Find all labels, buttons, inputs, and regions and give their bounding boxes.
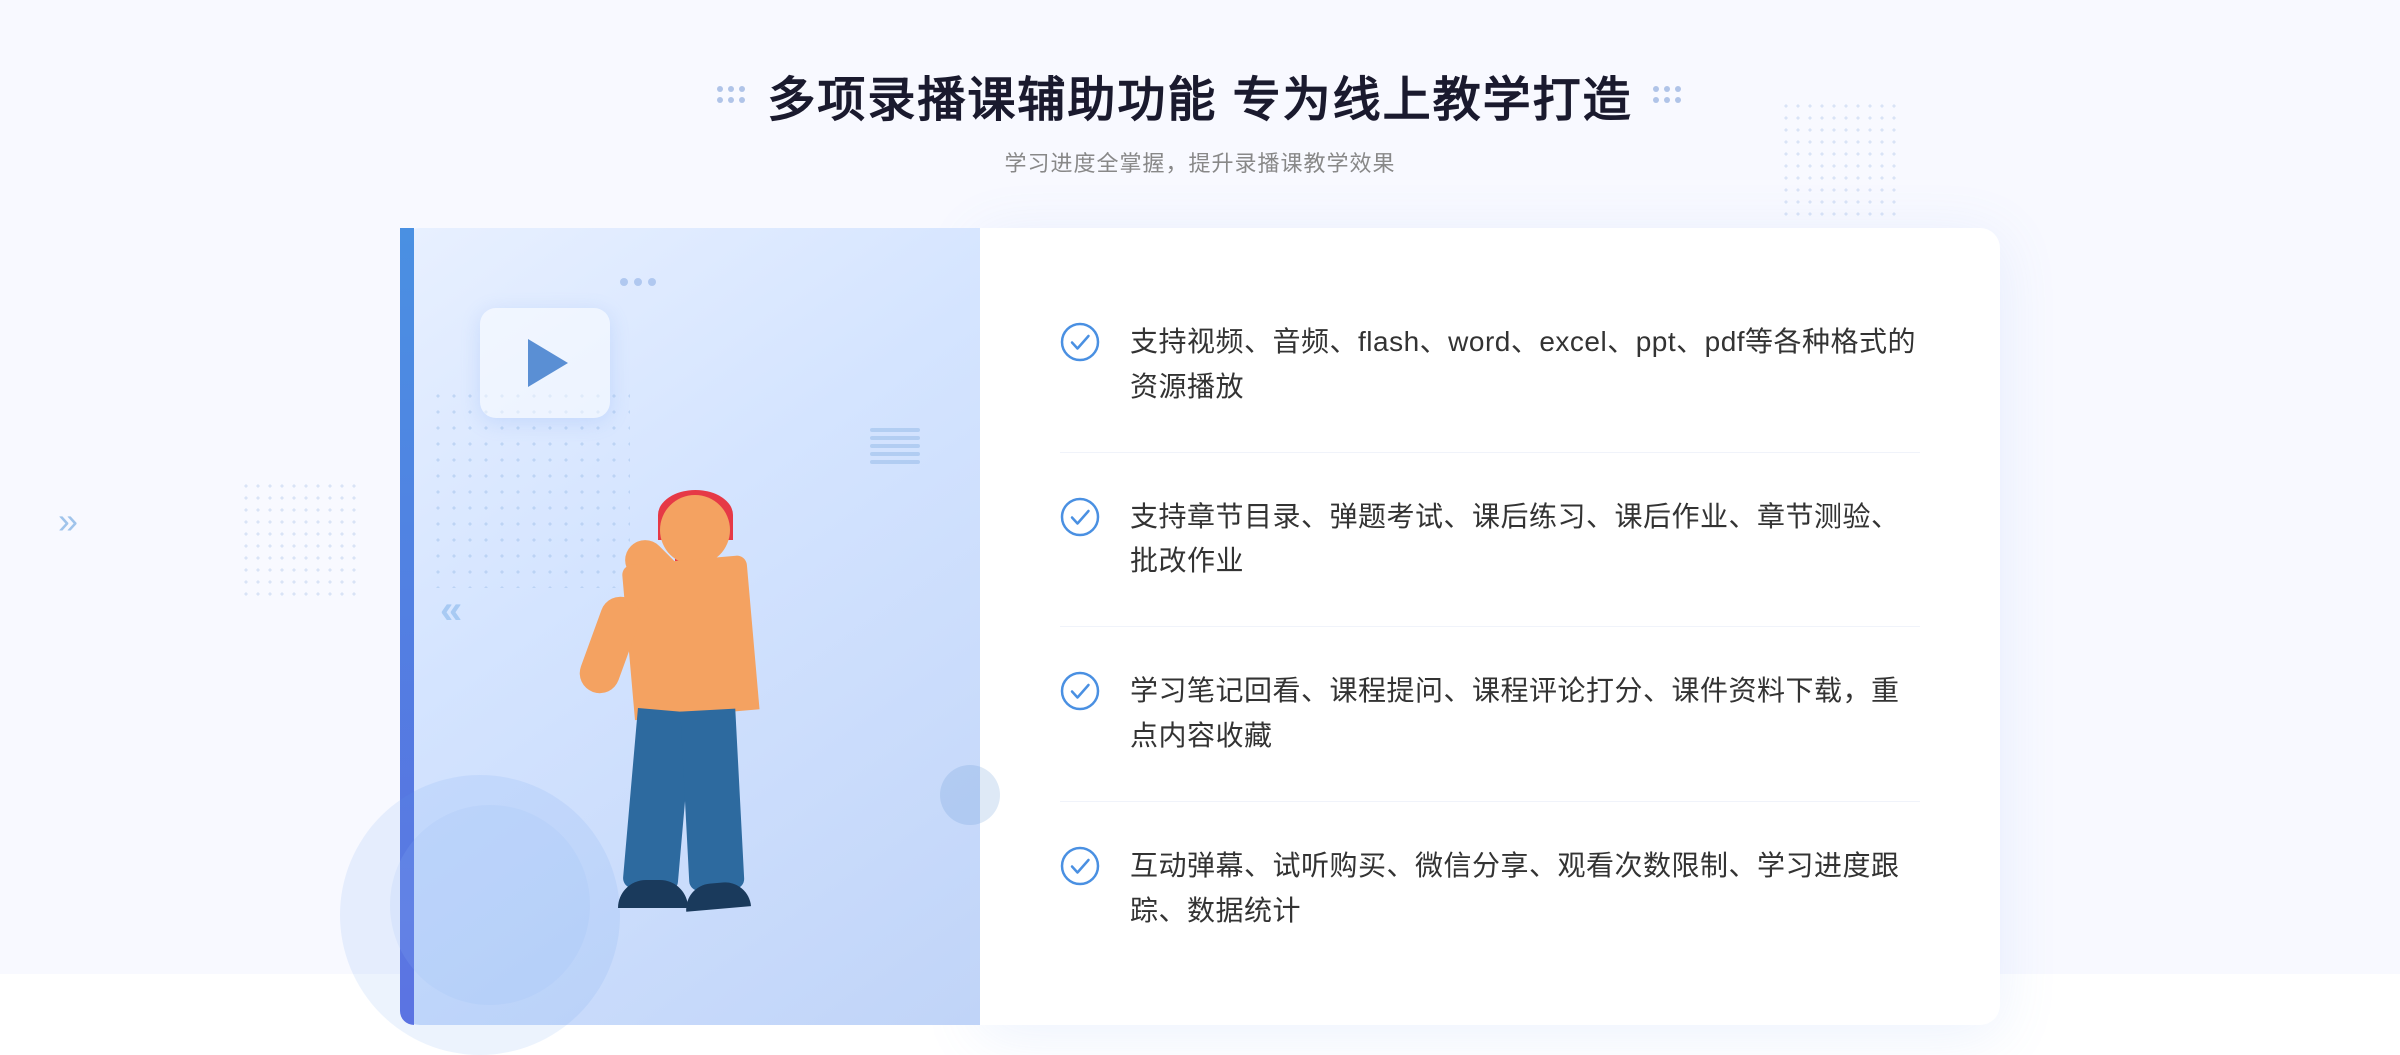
content-area: « <box>400 228 2000 1025</box>
check-icon-2 <box>1060 497 1100 537</box>
check-icon-3 <box>1060 671 1100 711</box>
figure-shirt <box>621 555 759 720</box>
feature-item-3: 学习笔记回看、课程提问、课程评论打分、课件资料下载，重点内容收藏 <box>1060 627 1920 802</box>
arrow-decoration: « <box>440 588 462 633</box>
header-decoration: 多项录播课辅助功能 专为线上教学打造 <box>717 60 1682 130</box>
feature-text-3: 学习笔记回看、课程提问、课程评论打分、课件资料下载，重点内容收藏 <box>1130 669 1920 759</box>
main-title: 多项录播课辅助功能 专为线上教学打造 <box>767 60 1632 130</box>
feature-text-2: 支持章节目录、弹题考试、课后练习、课后作业、章节测验、批改作业 <box>1130 495 1920 585</box>
play-bubble <box>480 308 610 418</box>
figure-pants-right <box>680 709 744 892</box>
stripe-decoration <box>870 428 920 464</box>
figure-illustration <box>530 475 850 1025</box>
header-section: 多项录播课辅助功能 专为线上教学打造 学习进度全掌握，提升录播课教学效果 <box>717 0 1682 178</box>
check-icon-4 <box>1060 846 1100 886</box>
feature-item-2: 支持章节目录、弹题考试、课后练习、课后作业、章节测验、批改作业 <box>1060 453 1920 628</box>
header-dots-right <box>1653 86 1683 105</box>
illustration-container: « <box>400 228 980 1025</box>
dot-pattern-left <box>240 480 360 600</box>
bubble-dots <box>620 278 656 286</box>
figure-head <box>660 495 730 565</box>
right-panel: 支持视频、音频、flash、word、excel、ppt、pdf等各种格式的资源… <box>980 228 2000 1025</box>
feature-text-1: 支持视频、音频、flash、word、excel、ppt、pdf等各种格式的资源… <box>1130 320 1920 410</box>
feature-text-4: 互动弹幕、试听购买、微信分享、观看次数限制、学习进度跟踪、数据统计 <box>1130 844 1920 934</box>
check-icon-1 <box>1060 322 1100 362</box>
feature-item-1: 支持视频、音频、flash、word、excel、ppt、pdf等各种格式的资源… <box>1060 278 1920 453</box>
small-circle-decoration <box>940 765 1000 825</box>
feature-item-4: 互动弹幕、试听购买、微信分享、观看次数限制、学习进度跟踪、数据统计 <box>1060 802 1920 976</box>
chevron-left-decoration: » <box>58 500 78 542</box>
sub-title: 学习进度全掌握，提升录播课教学效果 <box>717 146 1682 178</box>
header-dots-left <box>717 86 747 105</box>
dot-pattern-right <box>1780 100 1900 220</box>
page-container: » 多项录播课辅助功能 专为线上教学打造 学习进度全掌握，提升录播课教学效果 <box>0 0 2400 974</box>
play-icon <box>528 339 568 387</box>
